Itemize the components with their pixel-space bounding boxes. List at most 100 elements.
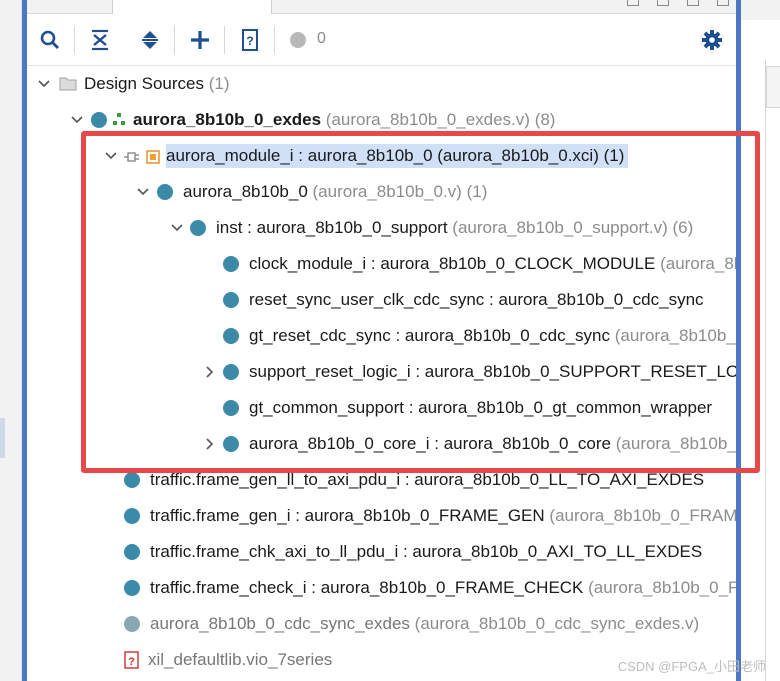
inst-count: (6) <box>672 218 694 237</box>
exdes-count: (8) <box>534 110 556 129</box>
watermark: CSDN @FPGA_小田老师 <box>617 659 766 674</box>
tree-row-aurora-core-wrapper[interactable]: aurora_8b10b_0 (aurora_8b10b_0.v) (1) <box>27 174 736 210</box>
cdc-sync-exdes-file: (aurora_8b10b_0_cdc_sync_exdes.v) <box>414 614 700 633</box>
module-icon <box>223 256 239 272</box>
chevron-down-icon[interactable] <box>136 185 150 199</box>
top-module-icon <box>91 112 107 128</box>
module-icon <box>223 400 239 416</box>
toolbar-separator <box>274 26 275 54</box>
module-icon <box>223 436 239 452</box>
module-icon <box>223 328 239 344</box>
help-document-icon[interactable]: ? <box>237 26 263 54</box>
expand-all-icon[interactable] <box>137 26 163 54</box>
tree-row-exdes[interactable]: aurora_8b10b_0_exdes (aurora_8b10b_0_exd… <box>27 102 736 138</box>
gear-icon[interactable] <box>699 26 725 54</box>
left-gutter-selection <box>0 418 5 458</box>
child-file: (aurora_8b10b_0_CLOCK_MODULE.v) <box>660 254 736 273</box>
close-icon[interactable] <box>717 0 729 6</box>
ip-connector-icon <box>124 149 140 169</box>
svg-text:?: ? <box>246 34 253 48</box>
chevron-down-icon[interactable] <box>170 221 184 235</box>
traffic-file: (aurora_8b10b_0_FRAME_CHECK.v) <box>588 578 736 597</box>
toolbar-separator <box>174 26 175 54</box>
left-gutter <box>0 0 22 681</box>
search-icon[interactable] <box>37 26 63 54</box>
right-panel-header <box>741 0 780 20</box>
tree-row-inst-support[interactable]: inst : aurora_8b10b_0_support (aurora_8b… <box>27 210 736 246</box>
maximize-icon[interactable] <box>657 0 669 6</box>
traffic-name: traffic.frame_check_i : aurora_8b10b_0_F… <box>150 578 584 597</box>
toolbar-separator <box>74 26 75 54</box>
module-icon <box>124 544 140 560</box>
traffic-file: (aurora_8b10b_0_FRAME_GEN.v) <box>549 506 736 525</box>
missing-source-icon: ? <box>124 651 140 669</box>
module-icon <box>124 472 140 488</box>
traffic-name: traffic.frame_chk_axi_to_ll_pdu_i : auro… <box>150 542 703 561</box>
tab-sources[interactable] <box>112 0 272 14</box>
unused-module-icon <box>124 616 140 632</box>
child-name: gt_reset_cdc_sync : aurora_8b10b_0_cdc_s… <box>249 326 611 345</box>
module-icon <box>157 184 173 200</box>
traffic-name: traffic.frame_gen_ll_to_axi_pdu_i : auro… <box>150 470 705 489</box>
chevron-down-icon[interactable] <box>104 149 118 163</box>
collapse-all-icon[interactable] <box>87 26 113 54</box>
inst-name: inst : aurora_8b10b_0_support <box>216 218 448 237</box>
module-icon <box>223 364 239 380</box>
aurora-core-count: (1) <box>466 182 488 201</box>
tree-row-frame-gen[interactable]: traffic.frame_gen_i : aurora_8b10b_0_FRA… <box>27 498 736 534</box>
inst-file: (aurora_8b10b_0_support.v) <box>452 218 668 237</box>
restore-icon[interactable] <box>687 0 699 6</box>
exdes-name: aurora_8b10b_0_exdes <box>133 110 322 129</box>
svg-text:?: ? <box>128 656 135 668</box>
vio-name: xil_defaultlib.vio_7series <box>148 650 333 669</box>
design-sources-tree: Design Sources (1) aurora_8b10b_0_exdes … <box>27 66 736 681</box>
sources-toolbar: ? 0 <box>27 14 736 66</box>
add-icon[interactable] <box>187 26 213 54</box>
right-panel-divider <box>765 60 766 681</box>
right-panel-tab[interactable] <box>766 66 780 108</box>
tree-row-gt-common-support[interactable]: gt_common_support : aurora_8b10b_0_gt_co… <box>27 390 736 426</box>
folder-icon <box>59 76 77 96</box>
child-name: reset_sync_user_clk_cdc_sync : aurora_8b… <box>249 290 704 309</box>
exdes-file: (aurora_8b10b_0_exdes.v) <box>325 110 530 129</box>
child-file: (aurora_8b10b_0_cdc_sync.v) <box>614 326 736 345</box>
tab-strip <box>27 0 736 14</box>
module-icon <box>124 508 140 524</box>
chevron-right-icon[interactable] <box>203 437 217 451</box>
tree-row-design-sources[interactable]: Design Sources (1) <box>27 66 736 102</box>
minimize-icon[interactable] <box>627 0 639 6</box>
toolbar-separator <box>224 26 225 54</box>
cdc-sync-exdes-name: aurora_8b10b_0_cdc_sync_exdes <box>150 614 410 633</box>
tree-row-reset-sync-user-clk[interactable]: reset_sync_user_clk_cdc_sync : aurora_8b… <box>27 282 736 318</box>
child-name: support_reset_logic_i : aurora_8b10b_0_S… <box>249 362 736 381</box>
tree-row-clock-module[interactable]: clock_module_i : aurora_8b10b_0_CLOCK_MO… <box>27 246 736 282</box>
hierarchy-icon <box>113 110 125 130</box>
module-icon <box>223 292 239 308</box>
tree-row-support-reset-logic[interactable]: support_reset_logic_i : aurora_8b10b_0_S… <box>27 354 736 390</box>
ip-core-icon <box>146 149 160 169</box>
tree-row-aurora-module[interactable]: aurora_module_i : aurora_8b10b_0 (aurora… <box>27 138 736 174</box>
status-circle-icon <box>285 26 311 54</box>
tree-row-core-i[interactable]: aurora_8b10b_0_core_i : aurora_8b10b_0_c… <box>27 426 736 462</box>
aurora-core-file: (aurora_8b10b_0.v) <box>312 182 462 201</box>
child-name: clock_module_i : aurora_8b10b_0_CLOCK_MO… <box>249 254 656 273</box>
module-icon <box>124 580 140 596</box>
design-sources-label: Design Sources <box>84 74 205 93</box>
tree-row-gt-reset-cdc-sync[interactable]: gt_reset_cdc_sync : aurora_8b10b_0_cdc_s… <box>27 318 736 354</box>
tree-row-frame-check[interactable]: traffic.frame_check_i : aurora_8b10b_0_F… <box>27 570 736 606</box>
traffic-name: traffic.frame_gen_i : aurora_8b10b_0_FRA… <box>150 506 545 525</box>
design-sources-count: (1) <box>208 74 230 93</box>
chevron-right-icon[interactable] <box>203 365 217 379</box>
right-panel <box>741 0 780 681</box>
tree-row-frame-chk-axi-to-ll[interactable]: traffic.frame_chk_axi_to_ll_pdu_i : auro… <box>27 534 736 570</box>
error-count: 0 <box>317 30 326 47</box>
chevron-down-icon[interactable] <box>70 113 84 127</box>
child-file: (aurora_8b10b_0_core.v) <box>615 434 736 453</box>
tree-row-cdc-sync-exdes[interactable]: aurora_8b10b_0_cdc_sync_exdes (aurora_8b… <box>27 606 736 642</box>
tree-row-frame-gen-ll-to-axi[interactable]: traffic.frame_gen_ll_to_axi_pdu_i : auro… <box>27 462 736 498</box>
aurora-core-name: aurora_8b10b_0 <box>183 182 308 201</box>
aurora-module-label: aurora_module_i : aurora_8b10b_0 (aurora… <box>166 144 629 168</box>
child-name: gt_common_support : aurora_8b10b_0_gt_co… <box>249 398 713 417</box>
module-icon <box>190 220 206 236</box>
chevron-down-icon[interactable] <box>37 77 51 91</box>
